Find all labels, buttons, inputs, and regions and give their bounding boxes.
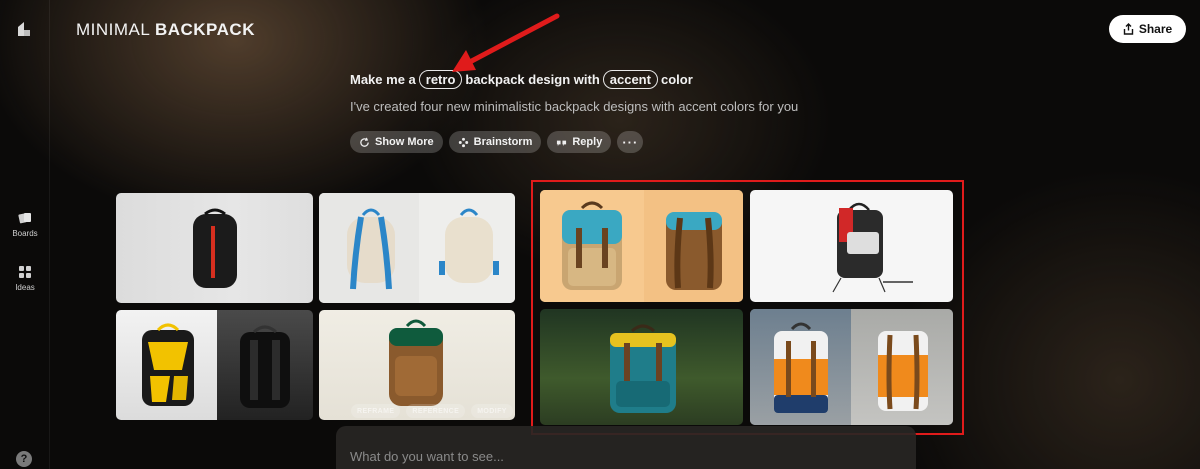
image-overlay-buttons: REFRAME REFERENCE MODIFY: [351, 404, 513, 418]
black-backpack-icon: [193, 208, 237, 288]
ideas-icon: [19, 266, 31, 278]
backpack-image-1[interactable]: [116, 193, 313, 303]
leather-backpack-icon: [389, 319, 443, 406]
action-bar: Show More Brainstorm Reply ···: [350, 131, 644, 153]
refresh-icon: [360, 137, 369, 147]
annotation-arrow-icon: [452, 13, 560, 72]
help-button[interactable]: ?: [16, 451, 32, 467]
boards-icon: [18, 213, 31, 224]
quote-icon: [557, 140, 567, 146]
prompt-suffix: color: [660, 72, 693, 87]
reply-label: Reply: [572, 136, 603, 148]
yellow-backpack-icon: [142, 323, 194, 406]
title-light: MINIMAL: [76, 20, 150, 39]
reference-button[interactable]: REFERENCE: [406, 404, 466, 418]
brainstorm-button[interactable]: Brainstorm: [448, 131, 542, 153]
annotation-highlight-box: [531, 180, 964, 435]
prompt-prefix: Make me a: [350, 72, 416, 87]
cream-backpack-back-icon: [347, 208, 395, 290]
sidebar-item-label: Boards: [12, 229, 38, 238]
reframe-button[interactable]: REFRAME: [351, 404, 401, 418]
modify-button[interactable]: MODIFY: [471, 404, 513, 418]
show-more-label: Show More: [375, 136, 434, 148]
share-icon: [1123, 23, 1134, 35]
brainstorm-label: Brainstorm: [473, 136, 533, 148]
show-more-button[interactable]: Show More: [350, 131, 443, 153]
prompt-input[interactable]: [336, 426, 916, 469]
brainstorm-icon: [458, 137, 468, 147]
share-button[interactable]: Share: [1109, 15, 1186, 43]
response-text: I've created four new minimalistic backp…: [350, 99, 799, 114]
backpack-image-2[interactable]: [319, 193, 515, 303]
title-bold: BACKPACK: [154, 20, 255, 39]
black-glossy-backpack-icon: [240, 325, 290, 408]
logo-icon[interactable]: [15, 20, 33, 38]
share-label: Share: [1138, 22, 1173, 36]
backpack-image-3[interactable]: [116, 310, 313, 420]
sidebar-item-boards[interactable]: Boards: [0, 211, 50, 238]
more-button[interactable]: ···: [617, 131, 644, 153]
more-icon: ···: [622, 134, 639, 150]
sidebar-item-label: Ideas: [15, 283, 35, 292]
sidebar-item-ideas[interactable]: Ideas: [0, 265, 50, 292]
page-title: MINIMAL BACKPACK: [76, 20, 255, 40]
reply-button[interactable]: Reply: [547, 131, 612, 153]
sidebar: Boards Ideas ?: [0, 0, 50, 469]
prompt-tag-accent[interactable]: accent: [602, 70, 658, 89]
cream-backpack-front-icon: [439, 208, 499, 283]
